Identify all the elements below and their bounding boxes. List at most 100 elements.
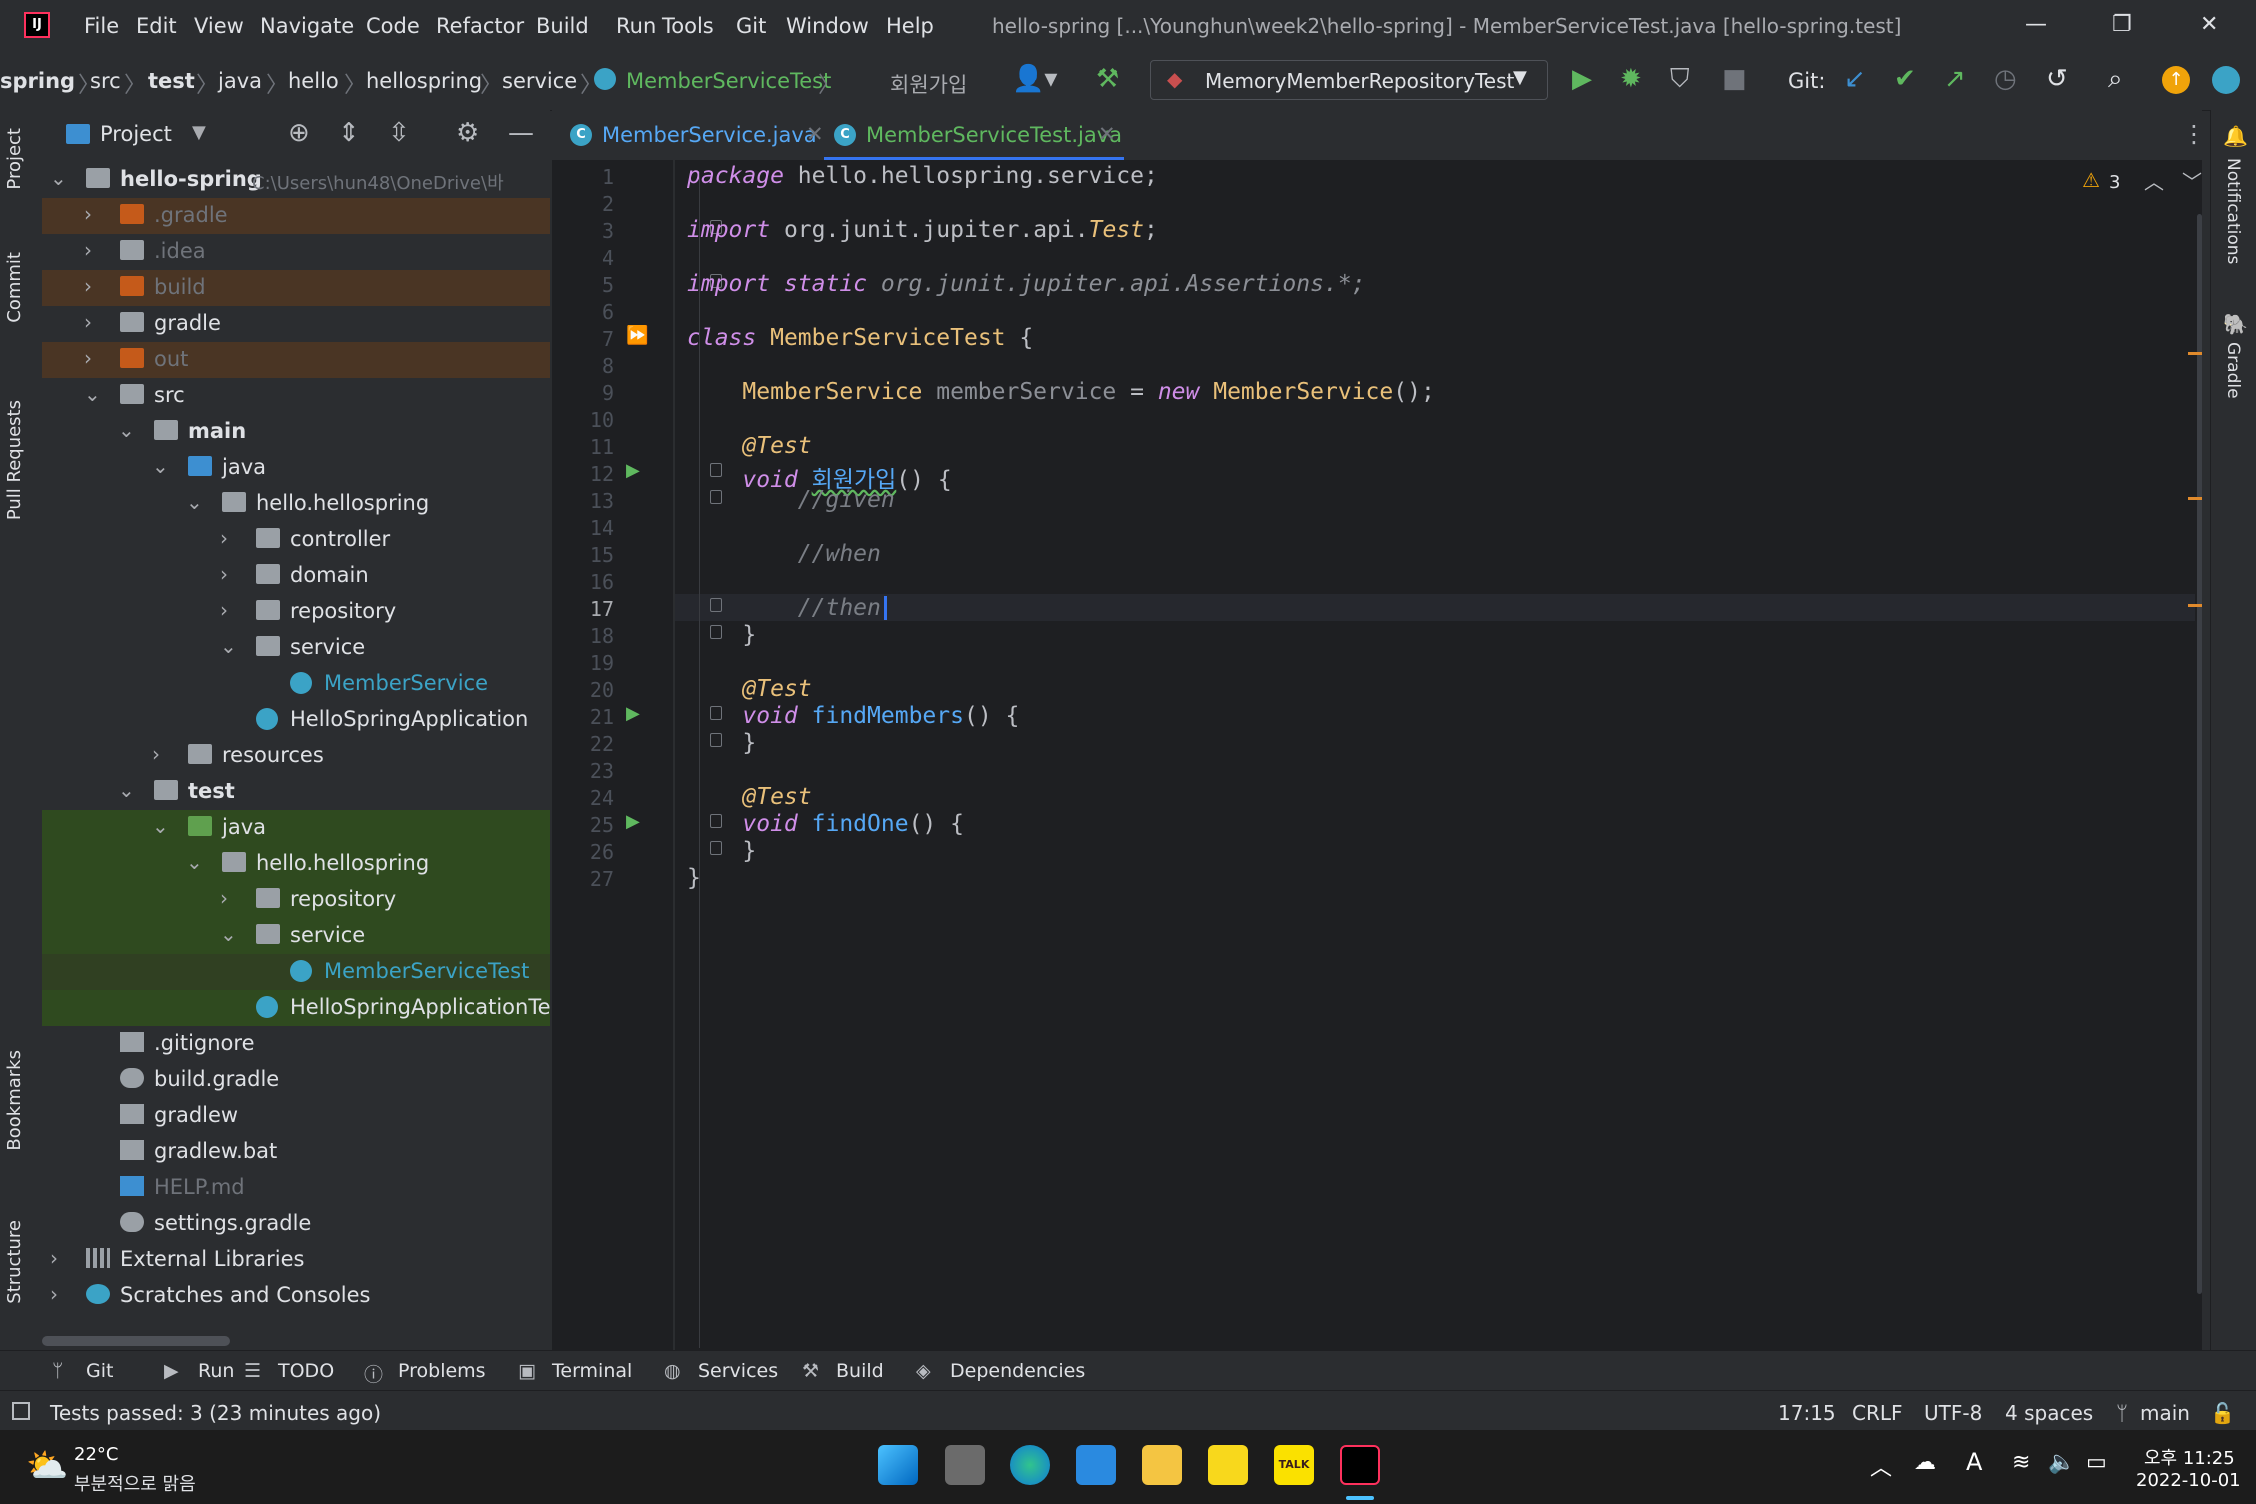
- chevron-right-icon[interactable]: ›: [84, 202, 92, 226]
- chevron-down-icon[interactable]: ⌄: [118, 778, 135, 802]
- tree-item[interactable]: › out: [42, 342, 550, 378]
- tree-item[interactable]: › controller: [42, 522, 550, 558]
- chevron-right-icon[interactable]: ›: [84, 310, 92, 334]
- chevron-down-icon[interactable]: ⌄: [220, 922, 237, 946]
- menu-item-refactor[interactable]: Refactor: [436, 14, 524, 38]
- hide-panel-icon[interactable]: —: [508, 118, 534, 148]
- menu-item-run[interactable]: Run: [616, 14, 656, 38]
- task-view-icon[interactable]: [945, 1445, 985, 1485]
- tab-memberservice-java[interactable]: C MemberService.java ✕: [562, 110, 824, 160]
- chevron-right-icon[interactable]: ›: [152, 742, 160, 766]
- tool-window-services[interactable]: Services: [698, 1360, 778, 1382]
- chevron-down-icon[interactable]: ▼: [192, 122, 206, 143]
- code-with-me-icon[interactable]: [2212, 66, 2240, 94]
- menu-item-code[interactable]: Code: [366, 14, 420, 38]
- tree-item[interactable]: ⌄ hello.hellospring: [42, 486, 550, 522]
- vertical-scrollbar[interactable]: [2197, 214, 2202, 1294]
- project-panel-title[interactable]: Project: [100, 122, 172, 146]
- volume-icon[interactable]: 🔈: [2048, 1450, 2075, 1475]
- intellij-taskbar-icon[interactable]: [1340, 1445, 1380, 1485]
- file-explorer-icon[interactable]: [1142, 1445, 1182, 1485]
- menu-item-view[interactable]: View: [194, 14, 244, 38]
- chevron-right-icon[interactable]: ›: [84, 346, 92, 370]
- coverage-icon[interactable]: ⛉: [1670, 64, 1690, 95]
- restore-icon[interactable]: ❐: [2112, 12, 2132, 37]
- start-icon[interactable]: [878, 1445, 918, 1485]
- status-message[interactable]: Tests passed: 3 (23 minutes ago): [50, 1401, 381, 1425]
- tool-window-terminal[interactable]: Terminal: [552, 1360, 632, 1382]
- more-tabs-icon[interactable]: ⋮: [2182, 120, 2206, 148]
- close-icon[interactable]: ✕: [2200, 12, 2218, 37]
- ime-indicator[interactable]: A: [1966, 1448, 1982, 1476]
- line-separator[interactable]: CRLF: [1852, 1401, 1903, 1425]
- tree-item[interactable]: › repository: [42, 594, 550, 630]
- minimize-icon[interactable]: —: [2025, 12, 2047, 37]
- chevron-right-icon[interactable]: ›: [84, 238, 92, 262]
- tree-item[interactable]: › .gradle: [42, 198, 550, 234]
- menu-item-file[interactable]: File: [84, 14, 119, 38]
- edge-icon[interactable]: [1010, 1445, 1050, 1485]
- close-tab-icon[interactable]: ✕: [1098, 122, 1116, 146]
- locate-icon[interactable]: ⊕: [288, 118, 310, 148]
- breadcrumb-item[interactable]: src: [90, 69, 121, 93]
- run-configuration-select[interactable]: ◆ MemoryMemberRepositoryTest ▼: [1150, 60, 1548, 100]
- breadcrumb-item[interactable]: hello: [288, 69, 339, 93]
- chevron-down-icon[interactable]: ⌄: [186, 490, 203, 514]
- code-editor[interactable]: 1 package hello.hellospring.service; 2 3 imp…: [552, 160, 2202, 1350]
- chevron-down-icon[interactable]: ⌄: [84, 382, 101, 406]
- menu-item-help[interactable]: Help: [886, 14, 934, 38]
- build-hammer-icon[interactable]: ⚒: [1096, 64, 1119, 94]
- tree-item[interactable]: ⌄ main: [42, 414, 550, 450]
- toggle-panels-icon[interactable]: [12, 1402, 30, 1420]
- gear-icon[interactable]: ⚙: [456, 118, 479, 148]
- stop-icon[interactable]: ■: [1722, 64, 1747, 94]
- tab-project[interactable]: Project: [4, 128, 25, 190]
- method-breadcrumb[interactable]: 회원가입: [890, 69, 967, 99]
- close-tab-icon[interactable]: ✕: [806, 122, 824, 146]
- weather-temp[interactable]: 22°C: [74, 1444, 118, 1465]
- chevron-down-icon[interactable]: ⌄: [186, 850, 203, 874]
- sticky-notes-icon[interactable]: [1208, 1445, 1248, 1485]
- chevron-right-icon[interactable]: ›: [220, 886, 228, 910]
- indent-setting[interactable]: 4 spaces: [2005, 1401, 2093, 1425]
- tool-window-problems[interactable]: Problems: [398, 1360, 486, 1382]
- run-icon[interactable]: ▶: [1572, 64, 1592, 94]
- git-commit-icon[interactable]: ✔: [1894, 64, 1916, 94]
- clock-date[interactable]: 2022-10-01: [2136, 1470, 2241, 1491]
- git-update-icon[interactable]: ↙: [1844, 64, 1866, 94]
- tab-commit[interactable]: Commit: [4, 252, 25, 323]
- run-test-gutter-icon[interactable]: ⏩: [626, 325, 648, 346]
- chevron-down-icon[interactable]: ⌄: [220, 634, 237, 658]
- tree-item[interactable]: settings.gradle: [42, 1206, 550, 1242]
- expand-all-icon[interactable]: ⇕: [338, 118, 360, 148]
- run-test-gutter-icon[interactable]: ▶: [626, 811, 640, 832]
- chevron-right-icon[interactable]: ›: [50, 1282, 58, 1306]
- tree-item[interactable]: MemberServiceTest: [42, 954, 550, 990]
- next-highlight-icon[interactable]: ﹀: [2182, 166, 2202, 195]
- rollback-icon[interactable]: ↺: [2046, 64, 2068, 94]
- tool-window-build[interactable]: Build: [836, 1360, 884, 1382]
- lock-icon[interactable]: 🔓: [2210, 1401, 2235, 1425]
- chevron-down-icon[interactable]: ⌄: [152, 814, 169, 838]
- tree-item[interactable]: ⌄ java: [42, 450, 550, 486]
- tree-item[interactable]: gradlew.bat: [42, 1134, 550, 1170]
- tool-window-run[interactable]: Run: [198, 1360, 234, 1382]
- tree-item[interactable]: › Scratches and Consoles: [42, 1278, 550, 1314]
- tab-memberservicetest-java[interactable]: C MemberServiceTest.java ✕: [824, 110, 1124, 160]
- tree-item[interactable]: ⌄ hello.hellospring: [42, 846, 550, 882]
- chevron-right-icon[interactable]: ›: [220, 526, 228, 550]
- menu-item-window[interactable]: Window: [786, 14, 869, 38]
- tree-item[interactable]: › domain: [42, 558, 550, 594]
- search-icon[interactable]: ⌕: [2108, 64, 2123, 95]
- tree-item[interactable]: HelloSpringApplication: [42, 702, 550, 738]
- chevron-down-icon[interactable]: ⌄: [118, 418, 135, 442]
- git-push-icon[interactable]: ↗: [1944, 64, 1966, 94]
- tree-item[interactable]: ⌄ service: [42, 918, 550, 954]
- wifi-icon[interactable]: ≋: [2012, 1450, 2030, 1475]
- chevron-down-icon[interactable]: ⌄: [152, 454, 169, 478]
- tree-item[interactable]: › External Libraries: [42, 1242, 550, 1278]
- breadcrumb-item[interactable]: hellospring: [366, 69, 482, 93]
- collapse-all-icon[interactable]: ⇳: [388, 118, 410, 148]
- kakaotalk-icon[interactable]: TALK: [1274, 1445, 1314, 1485]
- tree-item[interactable]: › .idea: [42, 234, 550, 270]
